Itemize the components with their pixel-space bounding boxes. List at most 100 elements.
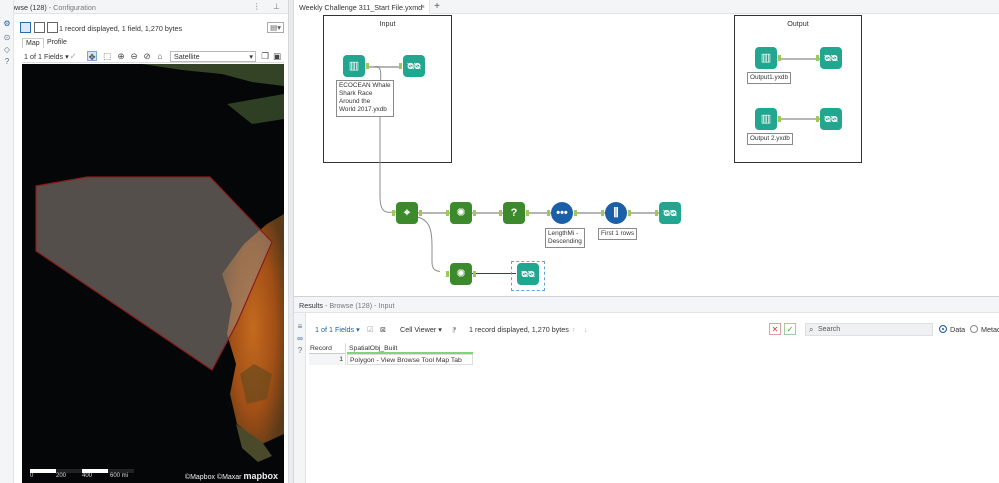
input-anchor[interactable] bbox=[547, 210, 550, 216]
cell-viewer-label: Cell Viewer bbox=[400, 325, 437, 334]
tag-icon[interactable]: ◇ bbox=[3, 46, 11, 54]
input-anchor[interactable] bbox=[446, 210, 449, 216]
output-anchor[interactable] bbox=[574, 210, 577, 216]
input-anchor[interactable] bbox=[816, 116, 819, 122]
map-attribution: ©Mapbox ©Maxar mapbox bbox=[185, 471, 278, 481]
check-icon[interactable]: ✓ bbox=[68, 51, 78, 61]
zoom-out-icon[interactable]: ⊖ bbox=[129, 51, 139, 61]
binoculars-icon: ᴓᴓ bbox=[407, 60, 421, 72]
data-radio[interactable] bbox=[939, 325, 947, 333]
list-icon[interactable]: ≡ bbox=[296, 323, 304, 331]
input-annotation-line: Around the bbox=[339, 98, 371, 105]
cancel-button[interactable]: ✕ bbox=[769, 323, 781, 335]
document-tabs: Weekly Challenge 311_Start File.yxmd × + bbox=[294, 0, 999, 14]
sort-tool[interactable]: ••• bbox=[551, 202, 573, 224]
browse-tool-final[interactable]: ᴓᴓ bbox=[659, 202, 681, 224]
input-anchor[interactable] bbox=[392, 210, 395, 216]
output-anchor[interactable] bbox=[419, 210, 422, 216]
results-fields-dropdown[interactable]: 1 of 1 Fields ▾ bbox=[315, 325, 360, 334]
output-anchor[interactable] bbox=[526, 210, 529, 216]
zoom-in-icon[interactable]: ⊕ bbox=[116, 51, 126, 61]
tab-profile[interactable]: Profile bbox=[44, 38, 70, 47]
arrow-up-icon[interactable]: ↑ bbox=[572, 325, 576, 334]
basemap-dropdown[interactable]: Satellite ▾ bbox=[170, 51, 256, 62]
output-anchor[interactable] bbox=[628, 210, 631, 216]
cell-viewer-dropdown[interactable]: Cell Viewer ▾ bbox=[400, 325, 442, 334]
output1-annotation: Output1.yxdb bbox=[747, 72, 792, 84]
pan-icon[interactable]: ✥ bbox=[87, 51, 97, 62]
map-view[interactable]: 0 200 400 600 mi ©Mapbox ©Maxar mapbox bbox=[22, 64, 284, 483]
browse-tool-selected[interactable]: ᴓᴓ bbox=[517, 263, 539, 285]
column-header-record[interactable]: Record bbox=[309, 343, 345, 354]
add-tab-icon[interactable]: + bbox=[431, 1, 443, 13]
fields-dropdown[interactable]: 1 of 1 Fields ▾ bbox=[24, 52, 69, 61]
zoom-extent-icon[interactable]: ⊘ bbox=[142, 51, 152, 61]
check-icon[interactable]: ☑ bbox=[367, 325, 373, 334]
close-icon[interactable]: × bbox=[421, 2, 425, 11]
document-tab[interactable]: Weekly Challenge 311_Start File.yxmd × bbox=[294, 0, 430, 14]
confirm-button[interactable]: ✓ bbox=[784, 323, 796, 335]
input-container-title: Input bbox=[379, 19, 396, 28]
save-icon[interactable]: ▣ bbox=[272, 51, 282, 61]
left-rail: ⚙ ⊙ ◇ ? bbox=[0, 0, 14, 483]
split-horizontal-button[interactable] bbox=[47, 22, 58, 33]
browse-tool-output2[interactable]: ᴓᴓ bbox=[820, 108, 842, 130]
map-toolbar: 1 of 1 Fields ▾ ✓ ✥ ⬚ ⊕ ⊖ ⊘ ⌂ Satellite … bbox=[22, 50, 284, 63]
pin-icon[interactable]: ⊥ bbox=[273, 2, 280, 11]
sample-tool[interactable]: ⫼ bbox=[605, 202, 627, 224]
select-icon[interactable]: ⬚ bbox=[102, 51, 112, 61]
input-annotation: ECOCEAN Whale Shark Race Around the Worl… bbox=[336, 80, 394, 117]
column-header-spatialobj[interactable]: SpatialObj_Built bbox=[347, 343, 473, 354]
browse-tool-output1[interactable]: ᴓᴓ bbox=[820, 47, 842, 69]
table-row-record[interactable]: 1 bbox=[309, 354, 343, 365]
single-view-button[interactable] bbox=[20, 22, 31, 33]
input-data-tool-output2[interactable]: ▥ bbox=[755, 108, 777, 130]
results-toolbar: 1 of 1 Fields ▾ ☑ ⊠ Cell Viewer ▾ ⁋ 1 re… bbox=[307, 321, 999, 339]
attribution-text: ©Mapbox ©Maxar bbox=[184, 474, 242, 481]
output2-annotation: Output 2.yxdb bbox=[747, 133, 793, 145]
tab-map[interactable]: Map bbox=[22, 38, 44, 48]
home-icon[interactable]: ⌂ bbox=[155, 51, 165, 61]
book-icon: ▥ bbox=[348, 60, 360, 72]
data-radio-label: Data bbox=[950, 325, 966, 334]
output-container-title: Output bbox=[787, 19, 809, 28]
input-data-tool-output1[interactable]: ▥ bbox=[755, 47, 777, 69]
input-data-tool[interactable]: ▥ bbox=[343, 55, 365, 77]
spatial-process-tool-2[interactable]: ✺ bbox=[450, 263, 472, 285]
input-anchor[interactable] bbox=[446, 271, 449, 277]
results-subtitle: - Browse (128) - Input bbox=[324, 301, 395, 310]
search-input[interactable]: ⌕ Search bbox=[805, 323, 933, 336]
help-icon[interactable]: ? bbox=[3, 58, 11, 66]
output-anchor[interactable] bbox=[778, 116, 781, 122]
input-anchor[interactable] bbox=[601, 210, 604, 216]
results-header: Results - Browse (128) - Input bbox=[294, 297, 999, 313]
results-title-text: Results bbox=[299, 301, 323, 310]
arrow-down-icon[interactable]: ↓ bbox=[584, 325, 588, 334]
filter-icon[interactable]: ⊠ bbox=[380, 325, 386, 334]
spatial-process-tool[interactable]: ✺ bbox=[450, 202, 472, 224]
output-anchor[interactable] bbox=[366, 63, 369, 69]
brush-icon[interactable]: ⁋ bbox=[452, 325, 457, 334]
input-anchor[interactable] bbox=[816, 55, 819, 61]
metadata-radio[interactable] bbox=[970, 325, 978, 333]
output-anchor[interactable] bbox=[473, 271, 476, 277]
input-anchor[interactable] bbox=[499, 210, 502, 216]
binoculars-icon: ᴓᴓ bbox=[824, 52, 838, 64]
gear-icon[interactable]: ⚙ bbox=[3, 20, 11, 28]
table-row-value[interactable]: Polygon - View Browse Tool Map Tab bbox=[347, 354, 473, 365]
input-anchor[interactable] bbox=[655, 210, 658, 216]
copy-icon[interactable]: ❐ bbox=[260, 51, 270, 61]
configuration-panel: Browse (128) - Configuration ⋮ ⊥ ⚙ ⊙ ◇ ?… bbox=[0, 0, 288, 483]
input-anchor[interactable] bbox=[399, 63, 402, 69]
output-anchor[interactable] bbox=[778, 55, 781, 61]
tool-icon[interactable]: ⊙ bbox=[3, 34, 11, 42]
binoculars-icon[interactable]: ∞ bbox=[296, 335, 304, 343]
more-options-icon[interactable]: ⋮ bbox=[253, 2, 261, 11]
split-vertical-button[interactable] bbox=[34, 22, 45, 33]
browse-tool-input[interactable]: ᴓᴓ bbox=[403, 55, 425, 77]
help-icon[interactable]: ? bbox=[296, 347, 304, 355]
output-anchor[interactable] bbox=[473, 210, 476, 216]
view-dropdown[interactable]: ▤▾ bbox=[267, 22, 284, 33]
spatial-tool[interactable]: ⌖ bbox=[396, 202, 418, 224]
spatial-info-tool[interactable]: ? bbox=[503, 202, 525, 224]
